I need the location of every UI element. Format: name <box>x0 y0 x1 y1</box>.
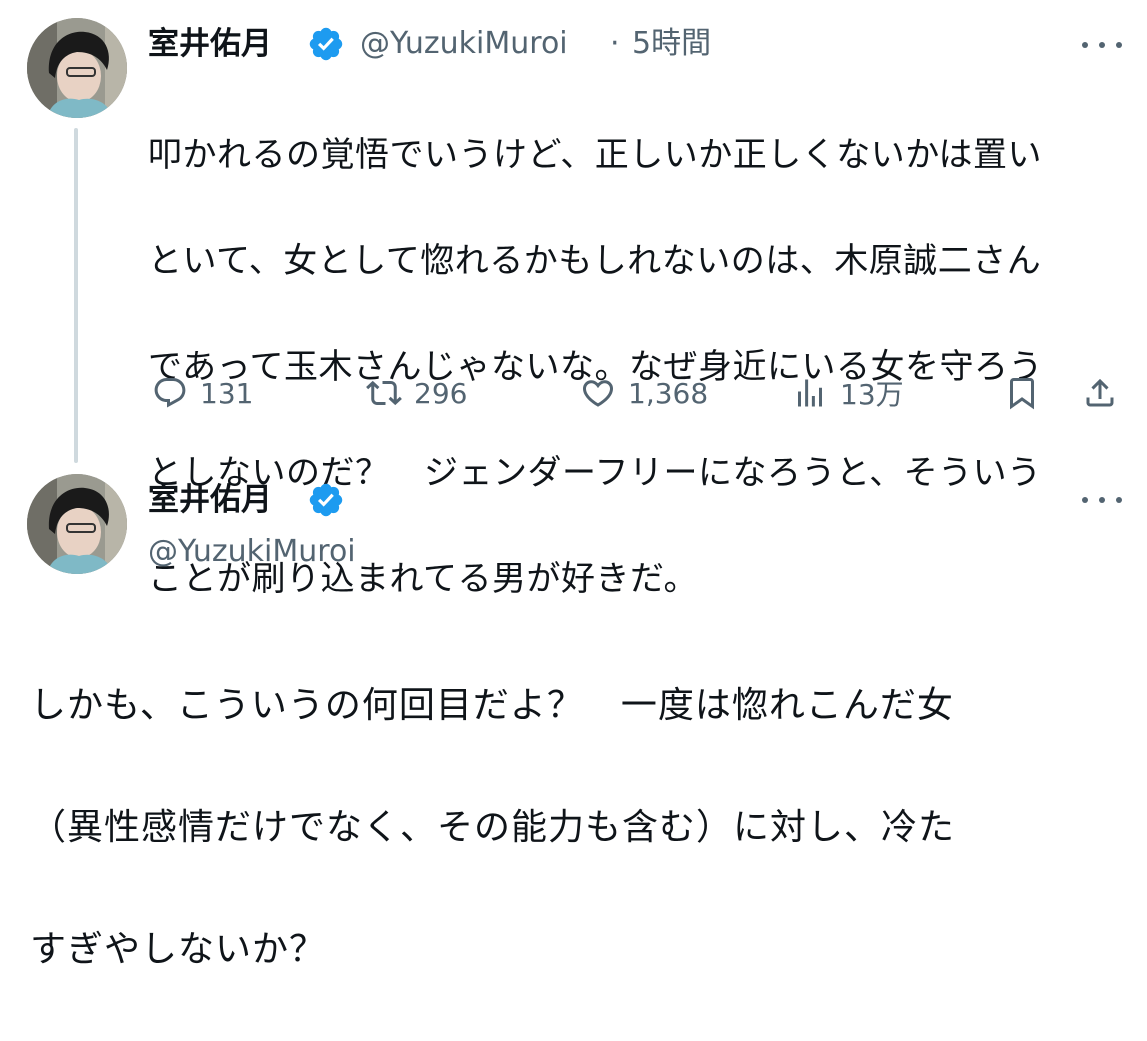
separator-dot: · <box>610 26 620 61</box>
views-button[interactable]: 13万 <box>792 373 904 413</box>
tweet-text: しかも、こういうの何回目だよ？ 一度は惚れこんだ女 （異性感情だけでなく、その能… <box>30 614 1130 1041</box>
more-icon[interactable] <box>1082 35 1122 55</box>
bookmark-button[interactable] <box>1004 373 1040 413</box>
bookmark-icon <box>1010 378 1034 410</box>
verified-badge-icon <box>309 27 343 61</box>
tweet-text-line: しかも、こういうの何回目だよ？ 一度は惚れこんだ女 <box>30 685 954 726</box>
tweet-text-line: 叩かれるの覚悟でいうけど、正しいか正しくないかは置い <box>148 135 1042 175</box>
like-button[interactable]: 1,368 <box>580 373 708 413</box>
author-name[interactable]: 室井佑月 <box>148 24 272 64</box>
author-name[interactable]: 室井佑月 <box>148 480 272 520</box>
repost-button[interactable]: 296 <box>366 373 467 413</box>
author-handle[interactable]: @YuzukiMuroi <box>148 532 356 572</box>
tweet-text-line: すぎやしないか？ <box>30 929 327 970</box>
like-count: 1,368 <box>628 376 709 410</box>
share-icon <box>1086 378 1114 407</box>
repost-icon <box>366 380 402 406</box>
repost-count: 296 <box>414 376 468 410</box>
tweet-time[interactable]: 5時間 <box>632 24 711 64</box>
author-handle[interactable]: @YuzukiMuroi <box>360 24 568 64</box>
more-icon[interactable] <box>1082 490 1122 510</box>
share-button[interactable] <box>1082 373 1118 413</box>
reply-count: 131 <box>200 376 254 410</box>
reply-button[interactable]: 131 <box>152 373 253 413</box>
verified-badge-icon <box>309 483 343 517</box>
reply-icon <box>154 378 186 408</box>
tweet-text-line: としないのだ？ ジェンダーフリーになろうと、そういう <box>148 453 1042 493</box>
like-icon <box>582 380 614 407</box>
views-count: 13万 <box>840 378 904 411</box>
tweet-text-line: といて、女として惚れるかもしれないのは、木原誠二さん <box>148 241 1042 281</box>
avatar[interactable] <box>27 474 127 574</box>
avatar[interactable] <box>27 18 127 118</box>
thread-line <box>74 128 78 463</box>
views-icon <box>798 379 822 407</box>
tweet-text-line: （異性感情だけでなく、その能力も含む）に対し、冷た <box>30 807 956 848</box>
